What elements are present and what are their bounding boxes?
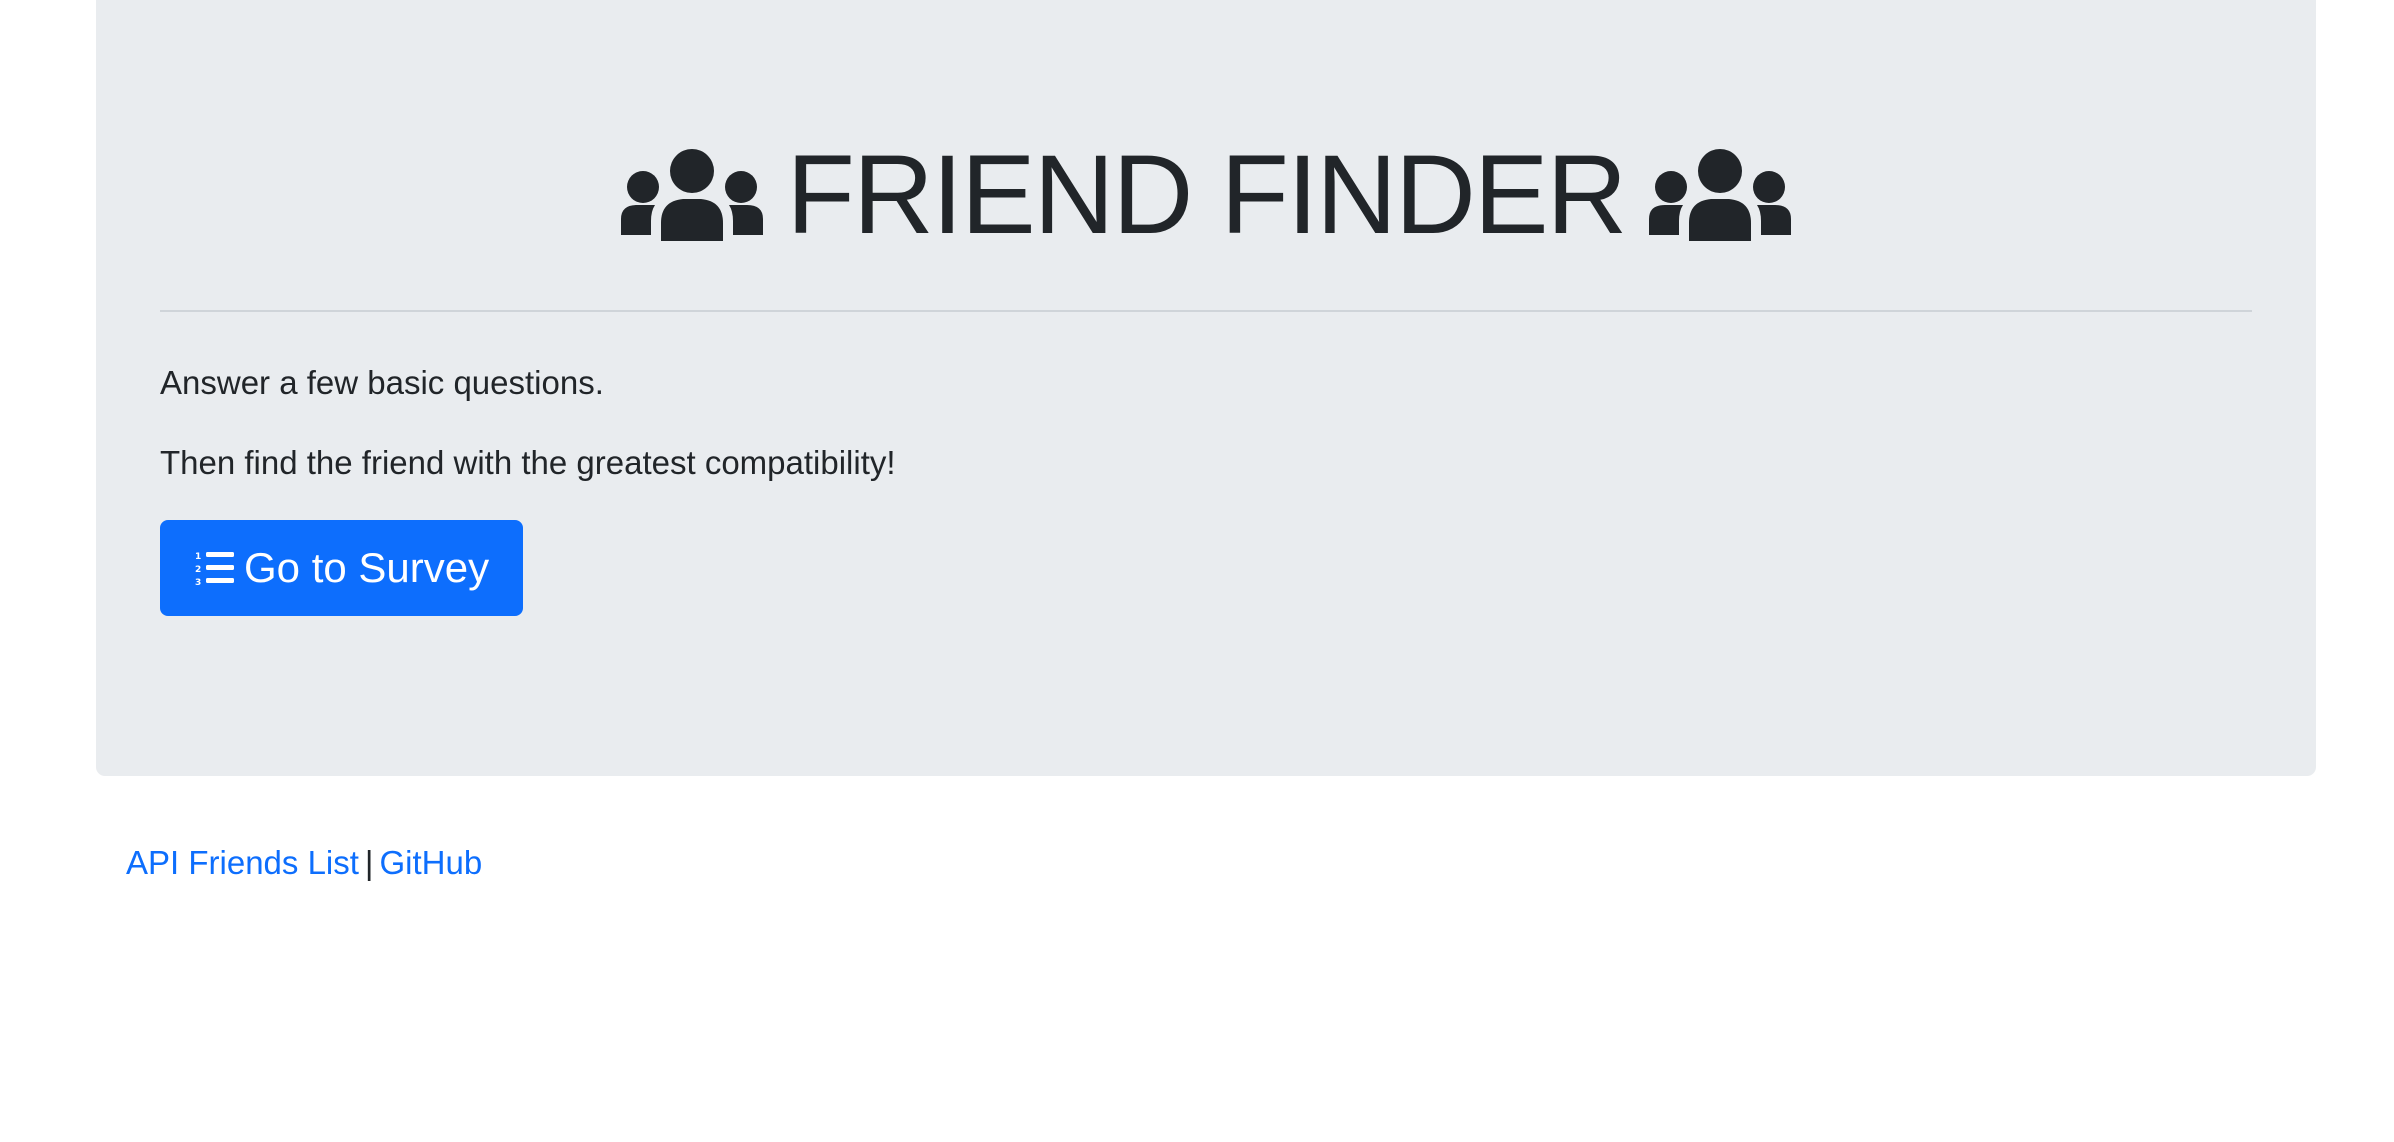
list-ol-icon: 1 2 3 [194,549,234,587]
users-icon [1649,149,1792,241]
github-link[interactable]: GitHub [380,844,483,881]
footer-separator: | [364,844,374,881]
intro-text-2: Then find the friend with the greatest c… [160,444,896,481]
title-row: FRIEND FINDER [96,132,2316,257]
svg-text:2: 2 [195,565,201,575]
api-friends-list-link[interactable]: API Friends List [126,844,359,881]
users-icon [620,149,763,241]
svg-text:3: 3 [195,578,201,587]
page-title: FRIEND FINDER [786,132,1628,257]
svg-text:1: 1 [195,552,201,562]
jumbotron: FRIEND FINDER Answer a few basic questio… [96,0,2316,776]
go-to-survey-label: Go to Survey [244,544,490,591]
footer: API Friends List | GitHub [126,844,482,882]
go-to-survey-button[interactable]: 1 2 3 Go to Survey [160,520,524,616]
intro-text-1: Answer a few basic questions. [160,364,604,401]
divider [160,310,2252,312]
